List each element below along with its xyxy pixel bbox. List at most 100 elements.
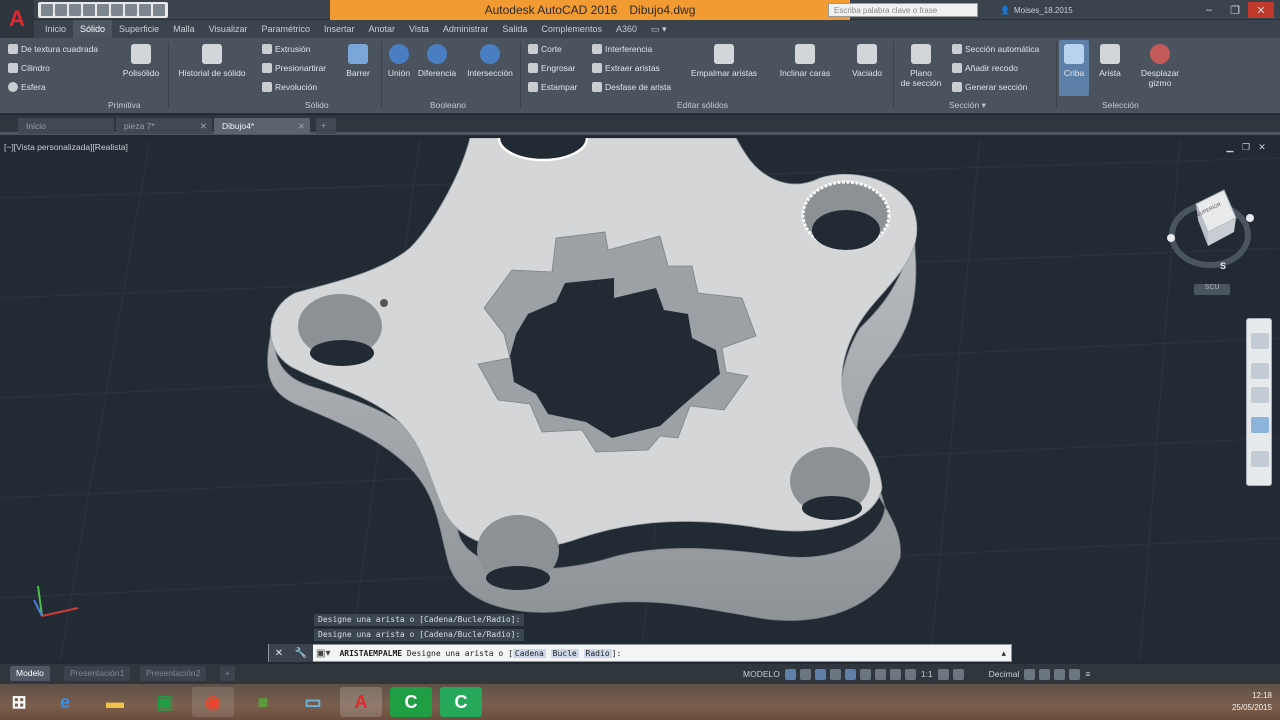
lineweight-toggle-icon[interactable]: [859, 668, 871, 680]
redo-icon[interactable]: [139, 4, 151, 16]
ortho-toggle-icon[interactable]: [814, 668, 826, 680]
interference-button[interactable]: Interferencia: [592, 44, 652, 54]
minecraft-icon[interactable]: ■: [242, 687, 284, 717]
workspace-icon[interactable]: [153, 4, 165, 16]
tab-inicio[interactable]: Inicio: [38, 20, 73, 38]
autocad-taskbar-icon[interactable]: A: [340, 687, 382, 717]
extrude-button[interactable]: Extrusión: [262, 44, 310, 54]
tab-visualizar[interactable]: Visualizar: [202, 20, 255, 38]
new-file-icon[interactable]: [41, 4, 53, 16]
close-tab-icon[interactable]: ✕: [298, 121, 305, 132]
culling-button[interactable]: Criba: [1059, 40, 1089, 96]
polar-toggle-icon[interactable]: [829, 668, 841, 680]
tab-insertar[interactable]: Insertar: [317, 20, 362, 38]
solid-history-button[interactable]: Historial de sólido: [172, 44, 252, 78]
intersect-button[interactable]: Intersección: [462, 44, 518, 78]
extract-edges-button[interactable]: Extraer aristas: [592, 63, 660, 73]
plot-icon[interactable]: [111, 4, 123, 16]
slice-button[interactable]: Corte: [528, 44, 562, 54]
command-line[interactable]: ✕ 🔧 ▣▾ ARISTAEMPALME Designe una arista …: [268, 644, 1012, 662]
command-input[interactable]: ARISTAEMPALME Designe una arista o [Cade…: [333, 648, 1001, 658]
shell-button[interactable]: Vaciado: [846, 44, 888, 78]
file-explorer-icon[interactable]: ▬: [94, 687, 136, 717]
annotation-scale[interactable]: 1:1: [918, 667, 936, 681]
revolve-button[interactable]: Revolución: [262, 82, 317, 92]
box-button[interactable]: De textura cuadrada: [8, 44, 98, 54]
offset-edge-button[interactable]: Desfase de arista: [592, 82, 671, 92]
tab-layout1[interactable]: Presentación1: [64, 666, 131, 681]
grid-toggle-icon[interactable]: [784, 668, 796, 680]
customize-wrench-icon[interactable]: 🔧: [295, 648, 307, 659]
zoom-icon[interactable]: [1251, 387, 1269, 403]
tab-solido[interactable]: Sólido: [73, 20, 113, 38]
wcs-menu[interactable]: SCU: [1194, 284, 1230, 295]
orbit-icon[interactable]: [1251, 417, 1269, 433]
camtasia-recorder-icon[interactable]: ▣: [144, 687, 186, 717]
drawing-viewport[interactable]: [−][Vista personalizada][Realista] ▁ ❐ ✕…: [0, 138, 1280, 662]
doc-tab-pieza7[interactable]: pieza 7* ✕: [116, 118, 212, 134]
showmotion-icon[interactable]: [1251, 451, 1269, 467]
new-tab-button[interactable]: +: [316, 118, 336, 134]
close-command-icon[interactable]: ✕: [275, 648, 283, 659]
gear-icon[interactable]: [937, 668, 949, 680]
doc-tab-dibujo4[interactable]: Dibujo4* ✕: [214, 118, 310, 134]
steering-wheel-icon[interactable]: [1251, 333, 1269, 349]
command-history-arrow-icon[interactable]: ▴: [1001, 648, 1011, 659]
add-layout-button[interactable]: +: [220, 666, 235, 681]
quick-properties-icon[interactable]: [1024, 668, 1036, 680]
viewport-restore-icon[interactable]: ❐: [1240, 142, 1252, 154]
customize-menu-icon[interactable]: ≡: [1082, 667, 1093, 681]
model-space-button[interactable]: MODELO: [740, 667, 783, 681]
save-as-icon[interactable]: [83, 4, 95, 16]
user-signin[interactable]: 👤 Moises_18.2015: [1000, 3, 1095, 17]
search-input[interactable]: Escriba palabra clave o frase: [828, 3, 978, 17]
plus-icon[interactable]: [952, 668, 964, 680]
generate-section-button[interactable]: Generar sección: [952, 82, 1027, 92]
option-radio[interactable]: Radio: [583, 648, 612, 658]
thicken-button[interactable]: Engrosar: [528, 63, 576, 73]
tab-anotar[interactable]: Anotar: [361, 20, 402, 38]
sphere-button[interactable]: Esfera: [8, 82, 46, 92]
transparency-toggle-icon[interactable]: [874, 668, 886, 680]
subtract-button[interactable]: Diferencia: [414, 44, 460, 78]
tab-a360[interactable]: A360: [609, 20, 644, 38]
tab-superficie[interactable]: Superficie: [112, 20, 166, 38]
tab-administrar[interactable]: Administrar: [436, 20, 496, 38]
close-icon[interactable]: ✕: [1248, 2, 1274, 18]
group-label-seccion[interactable]: Sección ▾: [949, 100, 986, 111]
fillet-edge-button[interactable]: Empalmar aristas: [684, 44, 764, 78]
annotation-visibility-icon[interactable]: [904, 668, 916, 680]
cloud-icon[interactable]: [97, 4, 109, 16]
tab-model[interactable]: Modelo: [10, 666, 50, 681]
pan-icon[interactable]: [1251, 363, 1269, 379]
imprint-button[interactable]: Estampar: [528, 82, 577, 92]
undo-icon[interactable]: [125, 4, 137, 16]
minimize-icon[interactable]: –: [1196, 2, 1222, 18]
polysolid-button[interactable]: Polisólido: [118, 44, 164, 78]
union-button[interactable]: Unión: [384, 44, 414, 78]
start-button-icon[interactable]: ⊞: [0, 687, 38, 717]
viewcube[interactable]: [1167, 189, 1254, 268]
autocad-logo-button[interactable]: A: [0, 0, 34, 38]
internet-explorer-icon[interactable]: e: [44, 687, 86, 717]
tab-parametrico[interactable]: Paramétrico: [254, 20, 317, 38]
sweep-button[interactable]: Barrer: [340, 44, 376, 78]
option-cadena[interactable]: Cadena: [512, 648, 546, 658]
save-icon[interactable]: [69, 4, 81, 16]
camtasia-studio-icon[interactable]: C: [390, 687, 432, 717]
model-canvas[interactable]: [0, 138, 1280, 662]
hardware-acceleration-icon[interactable]: [1054, 668, 1066, 680]
osnap-toggle-icon[interactable]: [844, 668, 856, 680]
taper-faces-button[interactable]: Inclinar caras: [774, 44, 836, 78]
open-file-icon[interactable]: [55, 4, 67, 16]
add-jog-button[interactable]: Añadir recodo: [952, 63, 1018, 73]
edge-filter-button[interactable]: Arista: [1094, 44, 1126, 78]
live-section-button[interactable]: Sección automática: [952, 44, 1039, 54]
viewport-controls-label[interactable]: [−][Vista personalizada][Realista]: [4, 142, 128, 152]
viewport-minimize-icon[interactable]: ▁: [1224, 142, 1236, 154]
snap-toggle-icon[interactable]: [799, 668, 811, 680]
tab-complementos[interactable]: Complementos: [534, 20, 609, 38]
tab-layout2[interactable]: Presentación2: [140, 666, 207, 681]
close-tab-icon[interactable]: ✕: [200, 121, 207, 132]
selection-cycling-icon[interactable]: [889, 668, 901, 680]
